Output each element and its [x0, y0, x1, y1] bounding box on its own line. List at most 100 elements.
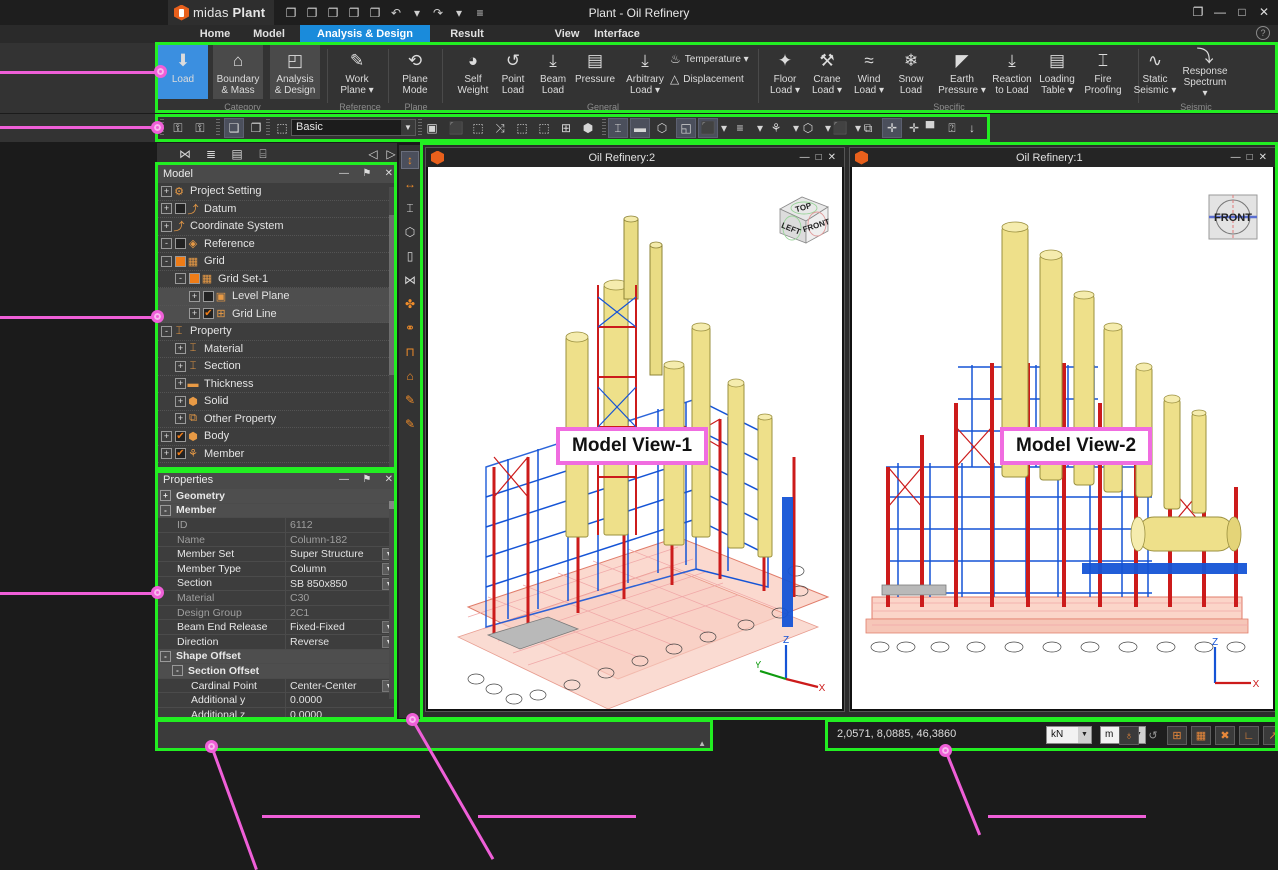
tree-checkbox[interactable]: [175, 238, 186, 249]
tree-expander-icon[interactable]: +: [175, 361, 186, 372]
close-panel-icon[interactable]: ✕: [385, 471, 393, 489]
save-icon[interactable]: ❐: [324, 4, 342, 22]
solid-display-icon[interactable]: ⬡: [652, 118, 672, 138]
close-panel-icon[interactable]: ✕: [385, 165, 393, 183]
work-plane-button[interactable]: ✎Work Plane ▾: [332, 45, 382, 99]
tab-interface[interactable]: Interface: [570, 25, 664, 43]
report-tree-icon[interactable]: ▤: [228, 146, 246, 162]
load-display-icon[interactable]: ✎: [401, 391, 419, 409]
move-gizmo-icon[interactable]: ✤: [401, 295, 419, 313]
thickness-display-icon[interactable]: ▬: [630, 118, 650, 138]
tree-expander-icon[interactable]: -: [161, 326, 172, 337]
property-value[interactable]: SB 850x850: [285, 577, 397, 591]
property-value[interactable]: Center-Center: [285, 679, 397, 693]
new-file-icon[interactable]: ❐: [282, 4, 300, 22]
restore-ribbon-button[interactable]: ❐: [1188, 2, 1208, 22]
fire-proofing-button[interactable]: ⌶Fire Proofing: [1078, 45, 1128, 99]
properties-scrollbar[interactable]: [389, 501, 396, 699]
property-row[interactable]: -Member: [157, 504, 397, 519]
tree-item[interactable]: +✔⊞Grid Line: [157, 306, 397, 324]
close-button[interactable]: ✕: [1254, 2, 1274, 22]
tab-analysis-design[interactable]: Analysis & Design: [300, 25, 430, 43]
property-row[interactable]: Additional z0.0000: [157, 708, 397, 718]
mesh-icon[interactable]: ▀: [920, 118, 940, 138]
hidden-display-icon[interactable]: ⧉: [858, 118, 878, 138]
tree-checkbox[interactable]: [175, 256, 186, 267]
tree-item[interactable]: -▦Grid: [157, 253, 397, 271]
property-value[interactable]: Reverse: [285, 635, 397, 649]
tree-next-icon[interactable]: ▷: [382, 146, 400, 162]
property-row[interactable]: Design Group2C1: [157, 606, 397, 621]
scrollbar-thumb[interactable]: [389, 215, 396, 375]
property-row[interactable]: -Section Offset: [157, 664, 397, 679]
property-row[interactable]: ID6112: [157, 518, 397, 533]
view-maximize-button[interactable]: □: [1247, 152, 1253, 163]
property-row[interactable]: DirectionReverse▼: [157, 635, 397, 650]
property-row[interactable]: Member TypeColumn▼: [157, 562, 397, 577]
boundary-mass-button[interactable]: ⌂Boundary & Mass: [213, 45, 263, 99]
navigation-cube-icon[interactable]: FRONT: [1205, 191, 1265, 247]
dimension-icon[interactable]: ↓: [962, 118, 982, 138]
element-display-icon[interactable]: ↔: [401, 175, 419, 193]
tree-item[interactable]: +⤴Datum: [157, 201, 397, 219]
unlock-icon[interactable]: ⚿: [168, 118, 188, 138]
select-node-icon[interactable]: ⬚: [512, 118, 532, 138]
link-icon[interactable]: ⚭: [401, 319, 419, 337]
tree-item[interactable]: +⌶Material: [157, 341, 397, 359]
window-controls[interactable]: ❐—□✕: [1188, 2, 1274, 22]
property-row[interactable]: +Geometry: [157, 489, 397, 504]
plane-mode-button[interactable]: ⟲Plane Mode: [390, 45, 440, 99]
help-icon[interactable]: ?: [1256, 26, 1270, 40]
shade-display-icon[interactable]: ⬛: [830, 118, 850, 138]
member-shape-icon[interactable]: ⋈: [401, 271, 419, 289]
property-expander-icon[interactable]: +: [160, 490, 171, 501]
viewport-canvas-2[interactable]: Model View-2 FRONT Z X: [852, 167, 1273, 709]
force-unit-select[interactable]: kN ▼: [1046, 726, 1092, 744]
static-seismic-button[interactable]: ∿Static Seismic ▾: [1130, 45, 1180, 99]
tree-expander-icon[interactable]: +: [161, 203, 172, 214]
export-icon[interactable]: ❐: [366, 4, 384, 22]
table-tree-icon[interactable]: ⌸: [254, 146, 272, 162]
property-expander-icon[interactable]: -: [160, 505, 171, 516]
loading-table-button[interactable]: ▤Loading Table ▾: [1032, 45, 1082, 99]
user-coordinate-icon[interactable]: ↺: [1143, 726, 1163, 745]
snap-node-icon[interactable]: ✖: [1215, 726, 1235, 745]
tree-expander-icon[interactable]: -: [161, 238, 172, 249]
select-filter-icon[interactable]: ▣: [422, 118, 442, 138]
toolbar-grip[interactable]: [216, 119, 220, 137]
view-window-titlebar[interactable]: Oil Refinery:2 —□✕: [426, 148, 844, 167]
tree-expander-icon[interactable]: -: [161, 256, 172, 267]
toolbar-grip[interactable]: [160, 119, 164, 137]
view-window-controls[interactable]: —□✕: [800, 152, 844, 163]
quick-access-toolbar[interactable]: ❐❐❐❐❐↶▾↷▾≡: [282, 2, 489, 23]
tree-toolbar[interactable]: ⋈≣▤⌸◁▷: [157, 143, 397, 165]
temperature-button[interactable]: ♨Temperature ▾: [670, 51, 750, 68]
local-axis-icon[interactable]: ✛: [882, 118, 902, 138]
xy-plane-icon[interactable]: ⊞: [1167, 726, 1187, 745]
earth-pressure-button[interactable]: ◤Earth Pressure ▾: [937, 45, 987, 99]
tree-expander-icon[interactable]: +: [161, 431, 172, 442]
view-window-titlebar[interactable]: Oil Refinery:1 —□✕: [850, 148, 1275, 167]
undo-dropdown-icon[interactable]: ▾: [408, 4, 426, 22]
property-row[interactable]: -Shape Offset: [157, 650, 397, 665]
tree-prev-icon[interactable]: ◁: [364, 146, 382, 162]
chevron-down-icon[interactable]: ▼: [401, 120, 415, 135]
selection-mode-combo[interactable]: Basic ▼: [291, 119, 416, 136]
view-close-button[interactable]: ✕: [828, 152, 836, 163]
property-row[interactable]: Cardinal PointCenter-Center▼: [157, 679, 397, 694]
tree-item[interactable]: +⧉Other Property: [157, 411, 397, 429]
tree-expander-icon[interactable]: +: [189, 308, 200, 319]
tree-item[interactable]: +✔⬢Body: [157, 428, 397, 446]
property-row[interactable]: SectionSB 850x850▼: [157, 577, 397, 592]
minimize-button[interactable]: —: [1210, 2, 1230, 22]
toolbar-grip[interactable]: [266, 119, 270, 137]
tree-item[interactable]: +⌶Section: [157, 358, 397, 376]
scroll-up-icon[interactable]: ▲: [698, 739, 706, 748]
model-tree-scrollbar[interactable]: [389, 187, 396, 467]
model-panel-controls[interactable]: —⚑✕: [339, 165, 393, 183]
support-icon[interactable]: ⊓: [401, 343, 419, 361]
tree-checkbox[interactable]: ✔: [175, 448, 186, 459]
member-display-icon[interactable]: ⚘: [766, 118, 786, 138]
redo-dropdown-icon[interactable]: ▾: [450, 4, 468, 22]
tree-item[interactable]: +⚙Project Setting: [157, 183, 397, 201]
